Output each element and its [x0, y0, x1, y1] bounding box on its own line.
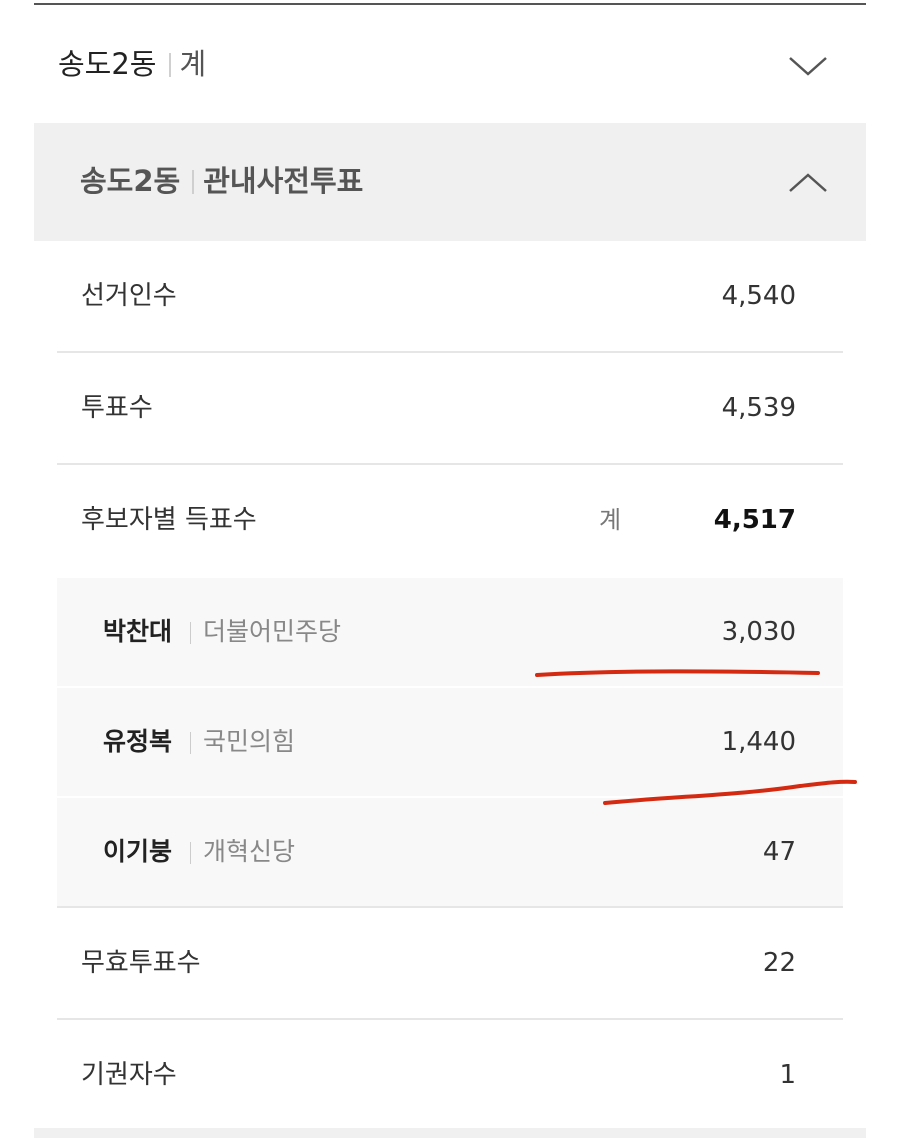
invalid-votes-value: 22	[762, 948, 796, 978]
abstention-label: 기권자수	[81, 1060, 177, 1090]
candidate-separator	[190, 622, 191, 644]
candidate-party: 더불어민주당	[203, 617, 342, 646]
electorate-label: 선거인수	[81, 281, 177, 311]
district-total-header[interactable]: 송도2동 계	[34, 6, 866, 123]
candidate-party: 개혁신당	[203, 837, 296, 866]
candidate-name: 이기붕	[103, 837, 173, 866]
district-subtitle: 계	[179, 47, 207, 81]
section-subtitle: 관내사전투표	[203, 164, 364, 198]
candidate-votes-label: 후보자별 득표수	[81, 505, 257, 535]
candidate-row: 이기붕 개혁신당 47	[57, 798, 843, 906]
candidate-separator	[190, 732, 191, 754]
candidate-name: 유정복	[103, 727, 173, 756]
section-title: 송도2동 관내사전투표	[80, 161, 363, 201]
district-title: 송도2동 계	[58, 44, 206, 84]
abstention-value: 1	[779, 1060, 796, 1090]
section-name: 송도2동	[80, 164, 181, 198]
title-separator	[168, 53, 171, 77]
candidate-party: 국민의힘	[203, 727, 296, 756]
candidate-row: 유정복 국민의힘 1,440	[57, 688, 843, 796]
electorate-row: 선거인수 4,540	[57, 241, 843, 353]
candidate-row: 박찬대 더불어민주당 3,030	[57, 578, 843, 686]
chevron-down-icon[interactable]	[788, 54, 828, 78]
candidate-votes-row: 후보자별 득표수 계 4,517	[57, 465, 843, 577]
top-divider	[34, 3, 866, 5]
candidate-votes-sum-label: 계	[599, 506, 622, 534]
votes-cast-label: 투표수	[81, 393, 153, 423]
chevron-up-icon[interactable]	[788, 171, 828, 195]
candidate-name: 박찬대	[103, 617, 173, 646]
invalid-votes-row: 무효투표수 22	[57, 908, 843, 1020]
candidate-separator	[190, 842, 191, 864]
abstention-row: 기권자수 1	[57, 1020, 843, 1132]
candidate-votes-total: 4,517	[713, 505, 796, 535]
votes-cast-value: 4,539	[721, 393, 796, 423]
candidate-votes: 47	[762, 837, 796, 867]
title-separator	[192, 170, 195, 194]
electorate-value: 4,540	[721, 281, 796, 311]
invalid-votes-label: 무효투표수	[81, 948, 201, 978]
candidate-votes: 3,030	[721, 617, 796, 647]
early-voting-section-header[interactable]: 송도2동 관내사전투표	[34, 123, 866, 241]
candidate-votes: 1,440	[721, 727, 796, 757]
votes-cast-row: 투표수 4,539	[57, 353, 843, 465]
district-name: 송도2동	[58, 47, 157, 81]
bottom-section-edge	[34, 1128, 866, 1138]
